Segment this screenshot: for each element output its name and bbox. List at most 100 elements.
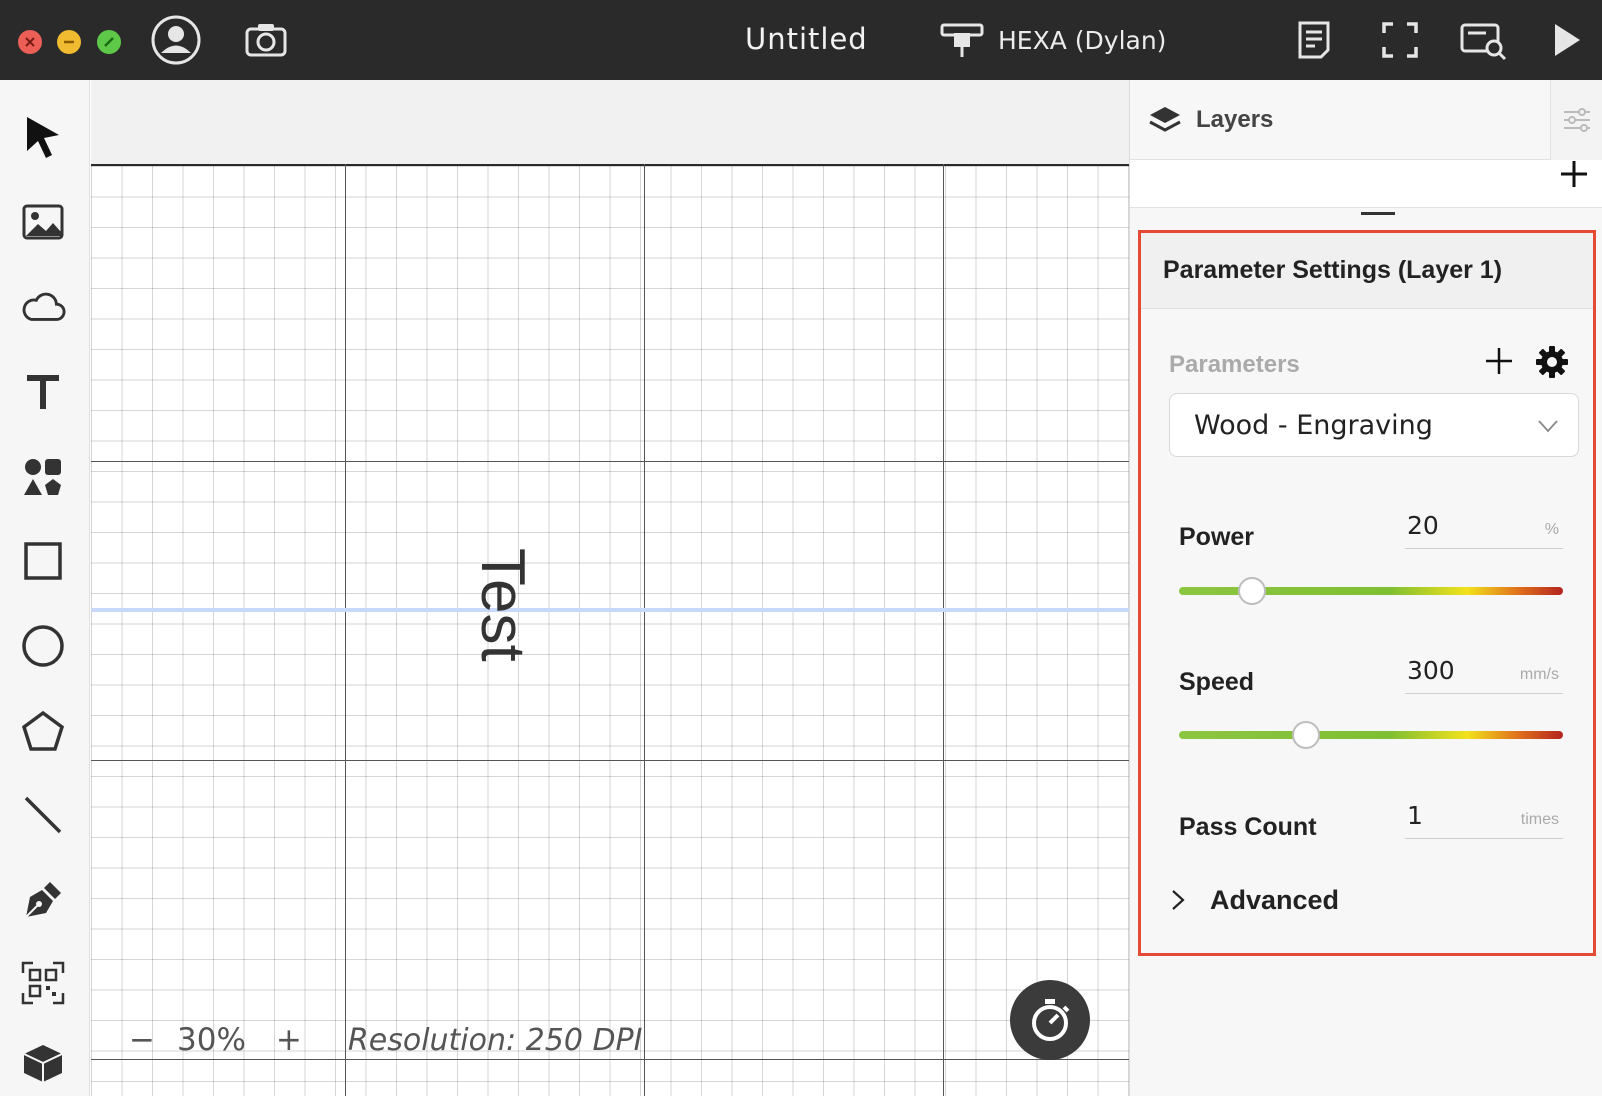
camera-button[interactable] [245,22,287,63]
power-input[interactable]: 20 % [1405,505,1563,549]
image-tool[interactable] [20,199,66,245]
alignment-guide [91,608,1129,612]
tool-panel [0,80,90,1096]
close-icon [25,37,35,47]
gear-icon [1536,346,1568,378]
text-tool[interactable] [20,369,66,415]
elements-tool[interactable] [20,454,66,500]
rectangle-tool[interactable] [20,538,66,584]
sliders-icon [1564,108,1590,132]
image-icon [22,204,64,240]
canvas-text-object[interactable]: Test [468,548,537,678]
zoom-level: 30% [177,1022,246,1058]
power-slider[interactable] [1179,577,1563,605]
polygon-tool[interactable] [20,708,66,754]
speed-slider-thumb[interactable] [1291,721,1320,749]
stopwatch-icon [1032,999,1070,1041]
cloud-tool[interactable] [20,284,66,330]
speed-input[interactable]: 300 mm/s [1405,650,1563,694]
camera-icon [245,24,287,57]
preset-value: Wood - Engraving [1194,409,1433,441]
parameter-settings-section: Parameter Settings (Layer 1) Parameters [1138,230,1596,956]
chevron-down-icon [1538,420,1558,433]
grid-major-line [644,164,645,1096]
qr-code-icon [21,961,65,1005]
document-title: Untitled [745,22,868,56]
resolution-label: Resolution: 250 DPI [347,1022,643,1058]
fullscreen-icon [104,37,114,47]
pen-icon [25,882,61,918]
layers-title: Layers [1196,105,1274,133]
cube-icon [23,1045,63,1082]
user-icon [151,15,201,65]
grid-major-line [91,760,1129,761]
document-icon [1298,21,1330,59]
preset-settings-button[interactable] [1533,343,1571,381]
power-unit: % [1544,521,1559,538]
layers-tab[interactable]: Layers [1130,80,1550,160]
line-tool[interactable] [20,792,66,838]
path-preview-icon [1460,23,1507,61]
polygon-icon [21,710,65,751]
device-selector[interactable]: HEXA (Dylan) [940,18,1166,62]
minimize-window-button[interactable] [57,30,81,54]
plus-icon [1561,161,1587,187]
minimize-icon [64,40,74,44]
object-settings-tab[interactable] [1550,80,1602,160]
add-preset-button[interactable] [1481,343,1517,379]
zoom-out-button[interactable]: − [129,1022,155,1058]
path-preview-button[interactable] [1460,22,1508,67]
ellipse-tool[interactable] [20,623,66,669]
3d-curve-tool[interactable] [20,1040,66,1086]
canvas-area[interactable] [91,80,1129,1096]
grid-major-line [91,461,1129,462]
zoom-in-button[interactable]: + [276,1022,302,1058]
document-settings-button[interactable] [1297,20,1331,65]
preset-dropdown[interactable]: Wood - Engraving [1169,393,1579,457]
time-estimate-button[interactable] [1010,980,1090,1060]
frame-icon [1382,22,1418,58]
speed-slider[interactable] [1179,721,1563,749]
qr-code-tool[interactable] [20,960,66,1006]
rectangle-icon [24,542,62,580]
advanced-section-toggle[interactable]: Advanced [1170,880,1339,920]
speed-label: Speed [1179,668,1255,696]
add-layer-button[interactable] [1556,156,1592,192]
close-window-button[interactable] [18,30,42,54]
select-tool[interactable] [20,114,66,160]
speed-value: 300 [1407,656,1455,685]
device-name: HEXA (Dylan) [998,25,1167,55]
ellipse-icon [22,625,64,667]
zoom-controls: − 30% + Resolution: 250 DPI [129,1020,643,1060]
parameter-settings-header: Parameter Settings (Layer 1) [1141,233,1593,309]
zoom-window-button[interactable] [97,30,121,54]
layer-list[interactable] [1130,160,1602,208]
account-button[interactable] [150,14,202,71]
grid-major-line [943,164,944,1096]
cloud-icon [22,292,66,321]
right-panel: Layers Parameter Settings (Layer 1) Para… [1129,80,1602,1096]
power-label: Power [1179,523,1255,551]
plus-icon [1486,348,1512,374]
parameter-settings-title: Parameter Settings (Layer 1) [1163,256,1503,284]
pen-tool[interactable] [20,877,66,923]
run-button[interactable] [1552,22,1582,63]
parameters-label: Parameters [1169,351,1300,378]
power-slider-thumb[interactable] [1237,577,1266,605]
cursor-icon [27,117,59,158]
grid-major-line [345,164,346,1096]
pass-count-input[interactable]: 1 times [1405,795,1563,839]
shapes-icon [24,459,61,495]
play-icon [1555,24,1580,56]
pass-count-value: 1 [1407,801,1423,830]
laser-device-icon [940,23,984,57]
workarea-grid[interactable] [91,164,1129,1096]
panel-resize-handle[interactable] [1361,212,1395,215]
frame-button[interactable] [1382,22,1418,63]
line-icon [24,796,62,834]
pass-count-unit: times [1520,811,1559,828]
power-value: 20 [1407,511,1439,540]
text-icon [27,375,59,409]
pass-count-label: Pass Count [1179,813,1317,841]
title-bar: Untitled HEXA (Dylan) [0,0,1602,80]
